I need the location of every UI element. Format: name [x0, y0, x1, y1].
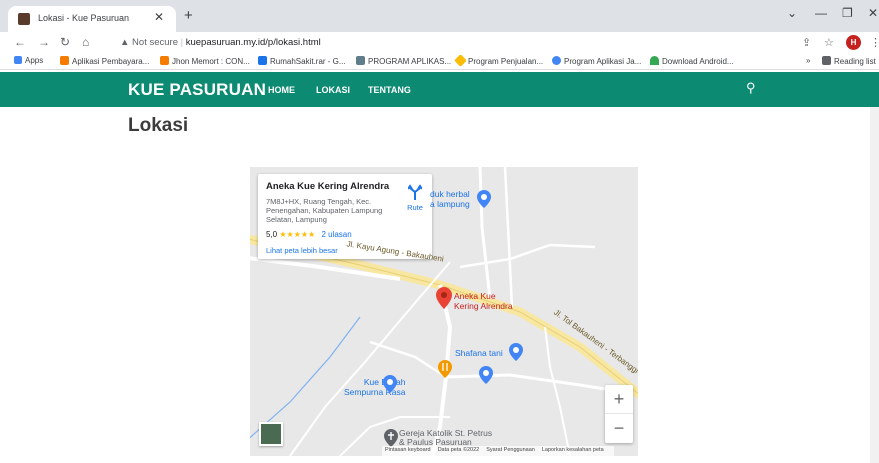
- site-header: KUE PASURUAN HOME LOKASI TENTANG ⚲: [0, 72, 879, 107]
- home-icon[interactable]: ⌂: [82, 35, 89, 49]
- embedded-map[interactable]: Aneka Kue Kering Alrendra 7M8J+HX, Ruang…: [250, 167, 638, 456]
- navigation-bar: ← → ↻ ⌂ ▲ Not secure | kuepasuruan.my.id…: [0, 32, 879, 54]
- bookmark-item[interactable]: RumahSakit.rar - G...: [258, 56, 346, 66]
- tab-search-icon[interactable]: ⌄: [787, 6, 797, 20]
- scrollbar[interactable]: [870, 107, 879, 463]
- map-zoom-controls: + −: [605, 385, 633, 443]
- file-icon: [258, 56, 267, 65]
- terms-link[interactable]: Syarat Penggunaan: [486, 447, 535, 453]
- marker-label[interactable]: Aneka Kue Kering Alrendra: [454, 291, 513, 311]
- url-text: kuepasuruan.my.id/p/lokasi.html: [185, 37, 321, 48]
- bookmark-item[interactable]: PROGRAM APLIKAS...: [356, 56, 451, 66]
- menu-icon[interactable]: ⋮: [870, 36, 879, 49]
- place-info-card: Aneka Kue Kering Alrendra 7M8J+HX, Ruang…: [258, 174, 432, 259]
- reading-list-button[interactable]: Reading list: [822, 56, 876, 66]
- search-icon[interactable]: ⚲: [746, 80, 756, 96]
- site-favicon-icon: [18, 13, 30, 25]
- site-icon: [552, 56, 561, 65]
- bookmarks-overflow-icon[interactable]: »: [806, 56, 810, 65]
- profile-avatar[interactable]: H: [846, 35, 861, 50]
- page-title: Lokasi: [128, 115, 189, 136]
- site-brand[interactable]: KUE PASURUAN: [128, 80, 266, 100]
- site-icon: [356, 56, 365, 65]
- place-address: 7M8J+HX, Ruang Tengah, Kec. Penengahan, …: [266, 197, 383, 224]
- share-icon[interactable]: ⇪: [802, 36, 811, 49]
- bookmark-item[interactable]: Jhon Memort : CON...: [160, 56, 250, 66]
- reload-icon[interactable]: ↻: [60, 35, 70, 49]
- browser-tabstrip: Lokasi - Kue Pasuruan ✕ + ⌄ — ❐ ✕: [0, 0, 879, 32]
- blogger-icon: [60, 56, 69, 65]
- directions-label[interactable]: Rute: [404, 203, 426, 212]
- tab-title: Lokasi - Kue Pasuruan: [38, 13, 130, 23]
- place-name: Aneka Kue Kering Alrendra: [266, 181, 390, 192]
- church-poi-icon[interactable]: [384, 429, 398, 447]
- bookmark-item[interactable]: Aplikasi Pembayara...: [60, 56, 149, 66]
- apps-grid-icon: [14, 56, 22, 64]
- map-label-gereja[interactable]: Gereja Katolik St. Petrus & Paulus Pasuru…: [399, 429, 492, 447]
- map-attribution: Pintasan keyboard Data peta ©2022 Syarat P…: [382, 446, 614, 456]
- directions-icon[interactable]: [404, 184, 426, 205]
- report-error-link[interactable]: Laporkan kesalahan peta: [542, 447, 604, 453]
- place-rating: 5,0 ★★★★★ 2 ulasan: [266, 230, 352, 239]
- address-bar[interactable]: ▲ Not secure | kuepasuruan.my.id/p/lokas…: [120, 37, 321, 48]
- food-poi-icon[interactable]: [438, 360, 452, 378]
- blogger-icon: [160, 56, 169, 65]
- diamond-icon: [454, 54, 467, 67]
- tab-close-icon[interactable]: ✕: [154, 10, 164, 24]
- map-label-herbal[interactable]: duk herbal a lampung: [430, 189, 470, 209]
- new-tab-icon[interactable]: +: [184, 7, 193, 24]
- bookmark-item[interactable]: Program Penjualan...: [454, 54, 543, 67]
- forward-icon[interactable]: →: [38, 35, 50, 49]
- map-data-label: Data peta ©2022: [437, 447, 480, 453]
- bookmark-apps[interactable]: Apps: [14, 56, 43, 65]
- bookmarks-bar: Apps Aplikasi Pembayara... Jhon Memort :…: [0, 54, 879, 70]
- bookmark-star-icon[interactable]: ☆: [824, 36, 834, 49]
- warning-icon: ▲: [120, 37, 130, 48]
- store-poi-icon[interactable]: [479, 366, 493, 384]
- place-marker-icon[interactable]: [436, 287, 452, 309]
- nav-home[interactable]: HOME: [268, 85, 295, 95]
- map-label-shafana[interactable]: Shafana tani: [455, 348, 503, 358]
- close-window-icon[interactable]: ✕: [868, 6, 878, 20]
- bookmark-item[interactable]: Program Aplikasi Ja...: [552, 56, 641, 66]
- reviews-link[interactable]: 2 ulasan: [321, 230, 351, 239]
- herbal-poi-icon[interactable]: [477, 190, 491, 208]
- shafana-poi-icon[interactable]: [509, 343, 523, 361]
- reading-list-icon: [822, 56, 831, 65]
- android-icon: [650, 56, 659, 65]
- nav-lokasi[interactable]: LOKASI: [316, 85, 350, 95]
- browser-tab[interactable]: Lokasi - Kue Pasuruan ✕: [8, 6, 176, 32]
- rating-stars: ★★★★★: [279, 230, 316, 239]
- restore-icon[interactable]: ❐: [842, 6, 853, 20]
- not-secure-label: Not secure: [132, 37, 178, 48]
- satellite-toggle-thumbnail[interactable]: [259, 422, 283, 446]
- minimize-icon[interactable]: —: [815, 6, 827, 20]
- back-icon[interactable]: ←: [14, 35, 26, 49]
- nav-tentang[interactable]: TENTANG: [368, 85, 411, 95]
- keyboard-shortcuts-link[interactable]: Pintasan keyboard: [385, 447, 431, 453]
- rating-value: 5,0: [266, 230, 278, 239]
- larger-map-link[interactable]: Lihat peta lebih besar: [266, 246, 338, 255]
- zoom-in-button[interactable]: +: [605, 385, 633, 414]
- kue-basah-poi-icon[interactable]: [383, 375, 397, 393]
- zoom-out-button[interactable]: −: [605, 414, 633, 443]
- bookmark-item[interactable]: Download Android...: [650, 56, 734, 66]
